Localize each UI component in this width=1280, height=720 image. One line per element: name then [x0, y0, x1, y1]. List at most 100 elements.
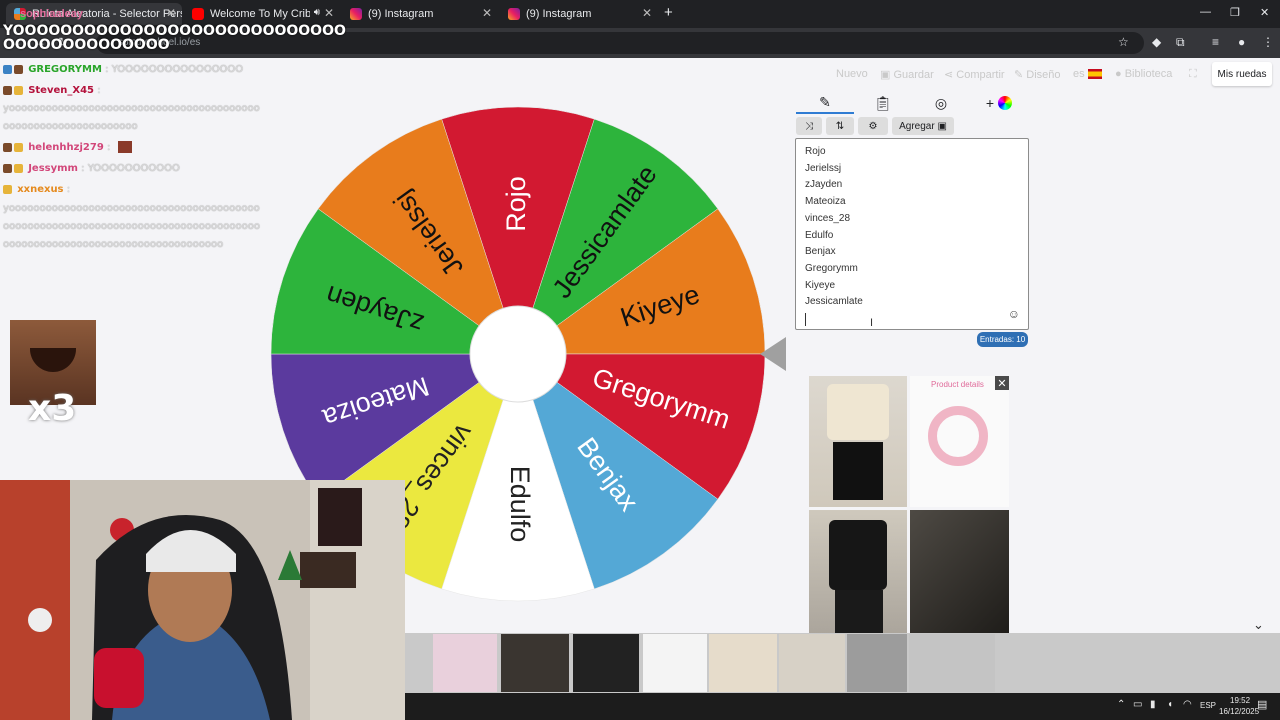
close-tab-icon[interactable]: ✕ [166, 6, 176, 20]
window-close-icon[interactable]: ✕ [1260, 6, 1269, 19]
menu-library[interactable]: ● Biblioteca [1115, 68, 1172, 80]
collapse-chevron-icon[interactable]: ⌄ [1253, 617, 1264, 633]
entry-line[interactable]: vinces_28 [805, 211, 1028, 228]
entries-textarea[interactable]: Rojo Jerielssj zJayden Mateoiza vinces_28 Edu… [795, 138, 1029, 330]
ad-close-icon[interactable]: ✕ [995, 376, 1009, 390]
my-wheels-button[interactable]: Mis ruedas [1212, 62, 1272, 86]
menu-save-label: Guardar [893, 69, 934, 81]
extension-icon[interactable]: ◆ [1152, 35, 1161, 49]
chat-message: : [97, 85, 101, 96]
browser-menu-icon[interactable]: ⋮ [1262, 35, 1274, 49]
chat-line-3: yooooooooooooooooooooooooooooooooooooooo… [3, 103, 260, 132]
chat-message: : [66, 184, 71, 195]
profile-icon[interactable]: ● [1238, 35, 1245, 49]
language-label: es [1073, 68, 1085, 80]
entry-line[interactable]: Mateoiza [805, 194, 1028, 211]
wifi-icon[interactable]: ◠ [1183, 699, 1192, 710]
volume-icon[interactable]: ◖ [1167, 699, 1173, 710]
ad-bedding-image[interactable] [709, 634, 777, 692]
badge-icon [14, 142, 23, 152]
text-cursor-icon: I [870, 317, 874, 329]
clipboard-icon[interactable]: 📋︎ [854, 92, 912, 114]
tab-instagram-1[interactable]: (9) Instagram ✕ [342, 3, 498, 25]
close-tab-icon[interactable]: ✕ [324, 6, 334, 20]
ad-sunglasses-image[interactable] [643, 634, 707, 692]
settings-gear-icon[interactable]: ⚙ [858, 117, 888, 135]
hide-eye-icon[interactable]: ◎ [912, 92, 970, 114]
chat-line-1: GREGORYMM : YOOOOOOOOOOOOOOOO [3, 61, 243, 79]
badge-icon [14, 85, 23, 95]
chat-username: Steven_X45 [28, 85, 94, 96]
entry-line[interactable]: Benjax [805, 244, 1028, 261]
entry-line[interactable]: Jessicamlate [805, 294, 1028, 311]
chat-line-6: xxnexus : [3, 181, 70, 199]
chat-username: xxnexus [17, 184, 64, 195]
ad-outfit-image[interactable] [809, 510, 907, 641]
menu-new[interactable]: Nuevo [836, 68, 868, 80]
chat-username: GREGORYMM [28, 64, 102, 75]
menu-library-label: Biblioteca [1124, 68, 1173, 80]
clock-time[interactable]: 19:52 [1230, 696, 1250, 705]
notification-icon[interactable]: ▤ [1257, 698, 1267, 711]
ad-sneakers-image[interactable] [910, 510, 1009, 641]
badge-icon [3, 142, 12, 152]
ad-dark-tshirt-image[interactable] [909, 634, 995, 692]
close-tab-icon[interactable]: ✕ [642, 6, 652, 20]
ad-tool-image[interactable] [910, 376, 1009, 507]
tab-title: (9) Instagram [526, 8, 592, 20]
reading-list-icon[interactable]: ≡ [1212, 35, 1219, 49]
menu-language[interactable]: es [1073, 68, 1102, 80]
spain-flag-icon [1087, 69, 1102, 80]
emote-image [117, 141, 132, 153]
ad-product-details-label: Product details [931, 380, 984, 389]
speaker-icon[interactable]: 🔊︎ [314, 7, 320, 18]
tab-instagram-2[interactable]: (9) Instagram ✕ [500, 3, 658, 25]
emoji-icon[interactable]: ☺ [1008, 307, 1020, 321]
tab-youtube[interactable]: Welcome To My Crib - YouTube 🔊︎ ✕ [184, 3, 340, 25]
ad-tshirt-image[interactable] [809, 376, 907, 507]
os-taskbar: ⌃ ▭ ▮ ◖ ◠ ESP 19:52 16/12/2025 ▤ [405, 693, 1280, 720]
ad-shirt-thumb-image[interactable] [847, 634, 907, 692]
new-tab-icon[interactable]: + [664, 4, 673, 21]
entry-line[interactable]: zJayden [805, 177, 1028, 194]
add-image-button[interactable]: Agregar ▣ [892, 117, 954, 135]
menu-design[interactable]: ✎ Diseño [1014, 68, 1061, 81]
minimize-icon[interactable]: — [1200, 6, 1211, 18]
input-language[interactable]: ESP [1200, 701, 1216, 710]
entry-line[interactable]: Jerielssj [805, 161, 1028, 178]
ad-pet-image[interactable] [779, 634, 845, 692]
chat-message: : YOOOOOOOOOOO [81, 163, 180, 174]
wheel-segment-label: Edulfo [505, 466, 535, 543]
add-color-icon[interactable]: + [970, 92, 1028, 114]
fullscreen-icon[interactable]: ⛶ [1189, 68, 1197, 81]
shuffle-button[interactable]: ⤨ [796, 117, 822, 135]
bookmark-star-icon[interactable]: ☆ [1118, 35, 1129, 49]
add-image-label: Agregar [899, 120, 935, 132]
tab-title: Welcome To My Crib - YouTube [210, 8, 310, 20]
instagram-favicon-icon [350, 8, 362, 20]
entry-line[interactable]: Kiyeye [805, 278, 1028, 295]
menu-share-label: Compartir [956, 69, 1005, 81]
ad-outfit-thumb-image[interactable] [573, 634, 639, 692]
entry-line[interactable]: Edulfo [805, 228, 1028, 245]
extensions-puzzle-icon[interactable]: ⧉ [1176, 35, 1185, 50]
instagram-favicon-icon [508, 8, 520, 20]
edit-pencil-icon[interactable]: ✎ [796, 92, 854, 114]
menu-share[interactable]: ⋖ Compartir [944, 68, 1005, 81]
tray-chevron-icon[interactable]: ⌃ [1117, 699, 1125, 710]
close-tab-icon[interactable]: ✕ [482, 6, 492, 20]
wheel-center-hub[interactable] [469, 305, 567, 403]
streamer-webcam [0, 480, 405, 720]
ad-backpack-image[interactable] [433, 634, 497, 692]
restore-icon[interactable]: ❐ [1230, 6, 1240, 19]
entry-line[interactable]: Gregorymm [805, 261, 1028, 278]
chat-line-7: yooooooooooooooooooooooooooooooooooooooo… [3, 203, 260, 250]
menu-save[interactable]: ▣ Guardar [880, 68, 934, 81]
network-icon[interactable]: ▭ [1133, 699, 1142, 710]
ad-sneaker-thumb-image[interactable] [501, 634, 569, 692]
battery-icon[interactable]: ▮ [1150, 699, 1156, 710]
sort-button[interactable]: ⇅ [826, 117, 854, 135]
stream-chat-overlay: GREGORYMM : YOOOOOOOOOOOOOOOO Steven_X45… [0, 58, 266, 258]
entry-line[interactable]: Rojo [805, 144, 1028, 161]
clock-date[interactable]: 16/12/2025 [1219, 707, 1259, 716]
